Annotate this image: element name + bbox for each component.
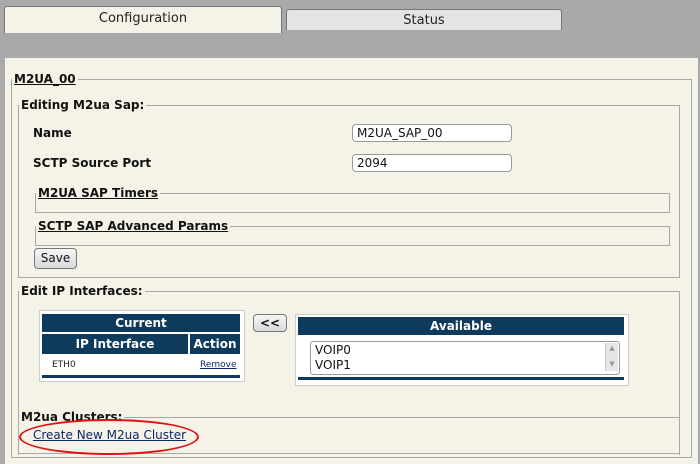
available-option[interactable]: VOIP1 xyxy=(315,358,351,372)
scroll-up-icon[interactable]: ▲ xyxy=(606,343,618,353)
listbox-scrollbar[interactable]: ▲ ▼ xyxy=(605,343,618,371)
table-row-interface: ETH0 xyxy=(52,360,76,370)
remove-link[interactable]: Remove xyxy=(200,360,237,370)
save-button[interactable]: Save xyxy=(34,248,77,269)
tab-bar: Configuration Status xyxy=(0,0,700,60)
tab-configuration[interactable]: Configuration xyxy=(4,6,282,33)
timers-legend[interactable]: M2UA SAP Timers xyxy=(36,186,160,200)
current-table: Current IP Interface Action ETH0 Remove xyxy=(39,310,245,382)
highlight-oval xyxy=(19,419,199,455)
name-label: Name xyxy=(33,126,72,140)
col-ip-interface: IP Interface xyxy=(42,334,188,354)
move-left-button[interactable]: << xyxy=(253,314,287,332)
current-table-footer xyxy=(42,375,240,378)
sap-legend: Editing M2ua Sap: xyxy=(21,98,145,112)
col-action: Action xyxy=(190,334,240,354)
port-label: SCTP Source Port xyxy=(33,156,152,170)
available-option[interactable]: VOIP0 xyxy=(315,343,351,357)
port-input[interactable] xyxy=(352,154,512,172)
available-listbox[interactable]: VOIP0 VOIP1 ▲ ▼ xyxy=(310,341,620,375)
advanced-legend[interactable]: SCTP SAP Advanced Params xyxy=(36,219,230,233)
content-panel: M2UA_00 Editing M2ua Sap: Name SCTP Sour… xyxy=(4,58,699,464)
tab-status[interactable]: Status xyxy=(286,9,562,30)
available-table: Available VOIP0 VOIP1 ▲ ▼ xyxy=(295,314,629,386)
timers-fieldset: M2UA SAP Timers xyxy=(35,186,670,213)
current-title: Current xyxy=(42,314,240,332)
available-title: Available xyxy=(298,317,624,335)
advanced-fieldset: SCTP SAP Advanced Params xyxy=(35,219,670,246)
scroll-down-icon[interactable]: ▼ xyxy=(606,359,618,369)
ip-legend: Edit IP Interfaces: xyxy=(21,284,143,298)
m2ua-legend: M2UA_00 xyxy=(14,72,76,86)
available-table-footer xyxy=(298,377,624,380)
name-input[interactable] xyxy=(352,124,512,142)
